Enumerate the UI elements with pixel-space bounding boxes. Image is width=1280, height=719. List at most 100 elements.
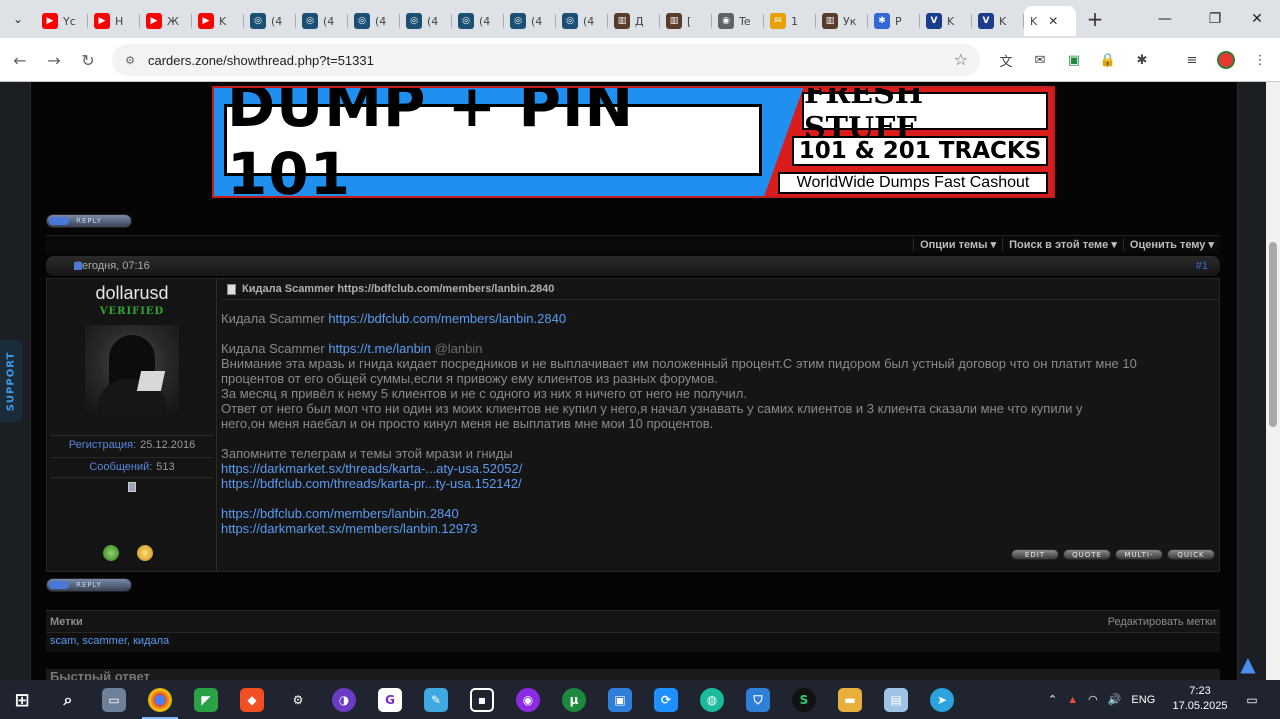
browser-tab[interactable]: ✉ 1 [764,6,816,36]
volume-icon[interactable]: 🔊 [1108,693,1122,706]
windows-start-icon[interactable]: ⊞ [10,688,34,712]
profile-avatar[interactable] [1216,50,1236,70]
profile-link[interactable]: https://bdfclub.com/members/lanbin.2840 [221,506,1219,521]
app-icon-g[interactable]: G [378,688,402,712]
explorer-pc-icon[interactable]: ▭ [102,688,126,712]
maximize-button[interactable]: ❐ [1192,0,1238,38]
close-tab-icon[interactable]: ✕ [1048,14,1058,28]
search-thread-menu[interactable]: Поиск в этой теме ▾ [1002,238,1123,251]
lock-de-extension-icon[interactable]: 🔒 [1098,50,1118,70]
app-icon-teal[interactable]: ◍ [700,688,724,712]
browser-tab[interactable]: ◎ (4 [244,6,296,36]
telegram-icon[interactable]: ➤ [930,688,954,712]
sync-icon[interactable]: ⟳ [654,688,678,712]
reply-button-top[interactable]: REPLY [46,214,132,228]
tab-title: K [947,14,955,28]
brave-icon[interactable]: ◆ [240,688,264,712]
robot-extension-icon[interactable]: ▣ [1064,50,1084,70]
browser-tab[interactable]: ◎ (4 [452,6,504,36]
forward-button[interactable]: → [42,48,66,72]
browser-tab[interactable]: ◎ (4 [400,6,452,36]
scammer-profile-link[interactable]: https://bdfclub.com/members/lanbin.2840 [328,311,566,326]
tor-icon[interactable]: ◉ [516,688,540,712]
browser-tab[interactable]: ◎ (4 [296,6,348,36]
profile-link[interactable]: https://darkmarket.sx/members/lanbin.129… [221,521,1219,536]
browser-tab[interactable]: ◉ Te [712,6,764,36]
app-icon-square[interactable]: ▪ [470,688,494,712]
search-icon[interactable]: ⌕ [56,688,80,712]
reputation-icon[interactable] [103,545,119,561]
browser-tab[interactable]: ▶ K [192,6,244,36]
edit-tags-link[interactable]: Редактировать метки [1108,616,1216,628]
app-icon-red-green[interactable]: ◤ [194,688,218,712]
multi-quote-button[interactable]: MULTI- [1115,549,1163,560]
close-window-button[interactable]: ✕ [1234,0,1280,38]
tags-list[interactable]: scam, scammer, кидала [46,632,1220,652]
browser-tab[interactable]: ◎ (4 [504,6,556,36]
chrome-icon[interactable] [148,688,172,712]
advertisement-banner[interactable]: DUMP + PIN 101 FRESH STUFF 101 & 201 TRA… [212,86,1055,198]
browser-tab[interactable]: ▥[ [660,6,712,36]
site-info-icon[interactable]: ⚙ [122,52,138,68]
extensions-puzzle-icon[interactable]: ✱ [1132,50,1152,70]
media-control-icon[interactable]: ≡ [1182,50,1202,70]
mail-extension-icon[interactable]: ✉ [1030,50,1050,70]
page-scrollbar[interactable] [1266,82,1280,680]
support-tab[interactable]: SUPPORT [0,340,22,422]
reply-button-bottom[interactable]: REPLY [46,578,132,592]
thread-link[interactable]: https://darkmarket.sx/threads/karta-...a… [221,461,1219,476]
thread-options-menu[interactable]: Опции темы ▾ [913,238,1002,251]
notepad-icon[interactable]: ▤ [884,688,908,712]
avatar[interactable] [85,325,179,419]
browser-tab[interactable]: ▶ Ж [140,6,192,36]
remember-line: Запомните телеграм и темы этой мрази и г… [221,446,513,461]
rate-thread-menu[interactable]: Оценить тему ▾ [1122,238,1220,251]
new-tab-button[interactable]: + [1080,7,1110,31]
tray-expand-icon[interactable]: ⌃ [1048,693,1057,706]
address-bar[interactable]: ⚙ carders.zone/showthread.php?t=51331 ☆ [112,44,980,76]
thread-link[interactable]: https://bdfclub.com/threads/karta-pr...t… [221,476,1219,491]
scroll-to-top-icon[interactable]: ▲ [1238,654,1258,674]
notification-icon[interactable]: ▭ [1240,688,1264,712]
thanks-icon[interactable] [137,545,153,561]
back-button[interactable]: ← [8,48,32,72]
taskbar-clock[interactable]: 7:23 17.05.2025 [1168,684,1232,714]
quote-button[interactable]: QUOTE [1063,549,1111,560]
quick-reply-button[interactable]: QUICK [1167,549,1215,560]
app-icon-purple[interactable]: ◑ [332,688,356,712]
translate-icon[interactable]: 文 [996,50,1016,70]
post-permalink[interactable]: #1 [1196,260,1208,272]
photos-icon[interactable]: ▣ [608,688,632,712]
tray-app-icon[interactable]: ▲ [1067,694,1078,706]
browser-tab[interactable]: ▶ H [88,6,140,36]
tab-search-button[interactable]: ⌄ [0,0,36,38]
browser-tab[interactable]: ◎ (4 [556,6,608,36]
reload-button[interactable]: ↻ [76,48,100,72]
browser-tab[interactable]: ▥ Ук [816,6,868,36]
browser-tab[interactable]: ▥ Д [608,6,660,36]
minimize-button[interactable]: — [1142,0,1188,38]
edit-button[interactable]: EDIT [1011,549,1059,560]
scrollbar-thumb[interactable] [1269,242,1277,427]
bookmark-star-icon[interactable]: ☆ [954,50,968,69]
shield-icon[interactable]: ⛉ [746,688,770,712]
settings-gear-icon[interactable]: ⚙ [286,688,310,712]
username-link[interactable]: dollarusd [47,283,217,304]
app-icon-s[interactable]: S [792,688,816,712]
utorrent-icon[interactable]: µ [562,688,586,712]
browser-tab[interactable]: VK [972,6,1024,36]
title-divider [221,299,1219,300]
browser-tab[interactable]: ◎ (4 [348,6,400,36]
browser-tab[interactable]: VK [920,6,972,36]
language-indicator[interactable]: ENG [1131,694,1155,706]
browser-tab[interactable]: ▶ Yc [36,6,88,36]
folder-icon[interactable]: ▬ [838,688,862,712]
browser-tab[interactable]: ✱ P [868,6,920,36]
browser-menu-icon[interactable]: ⋮ [1250,50,1270,70]
wifi-icon[interactable]: ◠ [1088,693,1098,706]
quick-reply-header[interactable]: Быстрый ответ [46,669,1220,680]
app-icon-key[interactable]: ✎ [424,688,448,712]
telegram-link[interactable]: https://t.me/lanbin [328,341,431,356]
browser-tab[interactable]: K ✕ [1024,6,1076,36]
url-text[interactable]: carders.zone/showthread.php?t=51331 [148,53,374,68]
